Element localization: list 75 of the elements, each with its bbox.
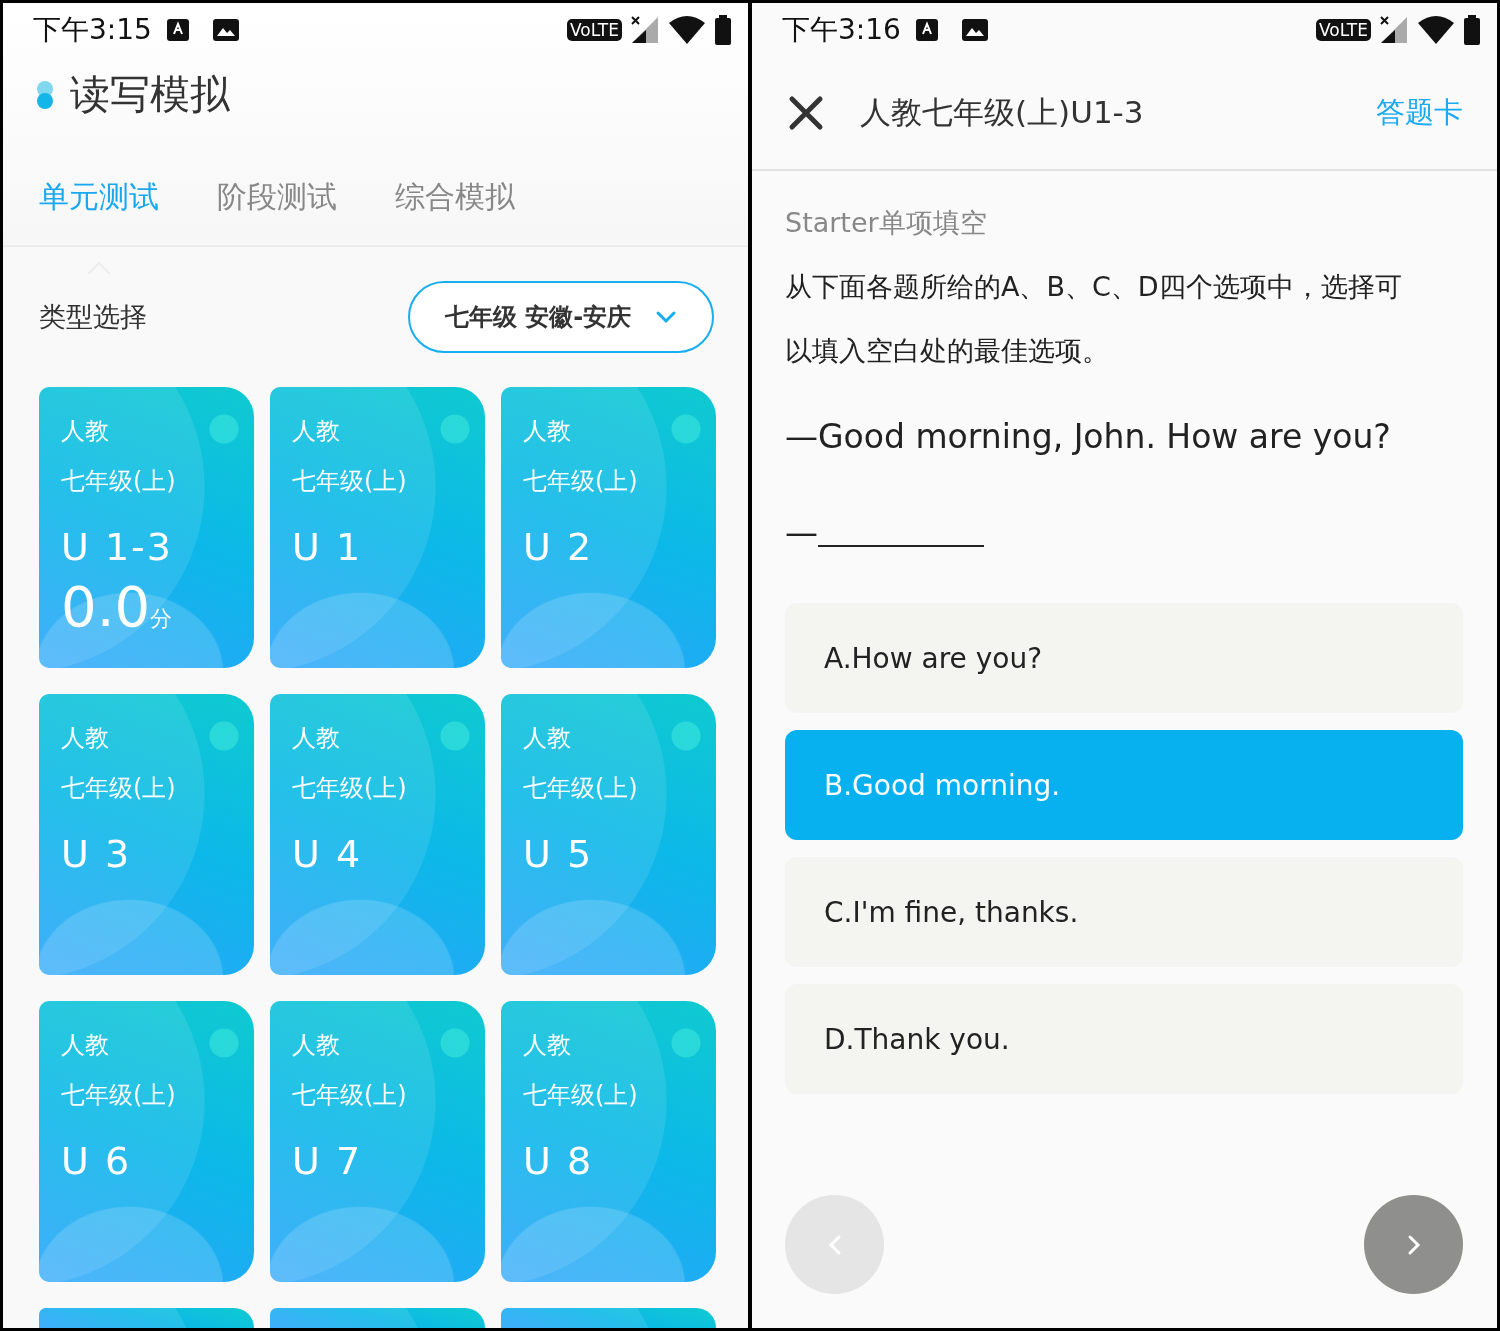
logo-icon	[36, 79, 54, 110]
card-grade: 七年级(上)	[61, 1080, 176, 1111]
card-grade: 七年级(上)	[292, 773, 407, 804]
card-unit: U 6	[61, 1139, 132, 1183]
status-time: 下午3:16	[782, 12, 901, 48]
unit-card[interactable]: 人教 七年级(上) U 5	[501, 694, 716, 975]
card-publisher: 人教	[292, 1030, 340, 1061]
card-publisher: 人教	[61, 1030, 109, 1061]
wifi-icon	[668, 15, 706, 45]
signal-icon	[1379, 15, 1409, 45]
page-title: 读写模拟	[70, 70, 230, 120]
card-grade: 七年级(上)	[523, 466, 638, 497]
card-unit: U 1	[292, 525, 363, 569]
unit-card[interactable]: 人教 七年级(上) U 7	[270, 1001, 485, 1282]
section-label: Starter单项填空	[785, 206, 988, 240]
card-grade: 七年级(上)	[523, 773, 638, 804]
quiz-title: 人教七年级(上)U1-3	[860, 93, 1144, 132]
signal-icon	[630, 15, 660, 45]
card-unit: U 1-3	[61, 525, 173, 569]
keyboard-icon	[914, 18, 939, 42]
battery-icon	[1463, 15, 1481, 45]
card-publisher: 人教	[523, 416, 571, 447]
card-publisher: 人教	[523, 723, 571, 754]
chevron-left-icon	[827, 1233, 842, 1256]
card-unit: U 5	[523, 832, 594, 876]
card-publisher: 人教	[292, 723, 340, 754]
image-icon	[960, 18, 989, 42]
card-grade: 七年级(上)	[292, 466, 407, 497]
unit-card[interactable]: 人教 七年级(上) U 2	[501, 387, 716, 668]
card-unit: U 3	[61, 832, 132, 876]
card-unit: U 7	[292, 1139, 363, 1183]
chevron-right-icon	[1406, 1233, 1421, 1256]
answer-option[interactable]: D.Thank you.	[785, 984, 1463, 1094]
blank-dash: —	[785, 516, 818, 549]
grade-dropdown[interactable]: 七年级 安徽-安庆	[408, 281, 714, 353]
unit-card[interactable]	[270, 1308, 485, 1328]
card-publisher: 人教	[292, 416, 340, 447]
filter-label: 类型选择	[39, 300, 147, 334]
card-publisher: 人教	[523, 1030, 571, 1061]
answer-option[interactable]: C.I'm fine, thanks.	[785, 857, 1463, 967]
unit-card[interactable]	[39, 1308, 254, 1328]
keyboard-icon	[165, 18, 190, 42]
answer-option[interactable]: A.How are you?	[785, 603, 1463, 713]
unit-card[interactable]: 人教 七年级(上) U 4	[270, 694, 485, 975]
card-unit: U 8	[523, 1139, 594, 1183]
card-score: 0.0分	[61, 579, 173, 635]
unit-card[interactable]: 人教 七年级(上) U 3	[39, 694, 254, 975]
wifi-icon	[1417, 15, 1455, 45]
status-time: 下午3:15	[33, 12, 152, 48]
unit-card[interactable]: 人教 七年级(上) U 6	[39, 1001, 254, 1282]
instructions: 从下面各题所给的A、B、C、D四个选项中，选择可以填入空白处的最佳选项。	[785, 270, 1403, 368]
card-publisher: 人教	[61, 723, 109, 754]
image-icon	[211, 18, 240, 42]
card-grade: 七年级(上)	[523, 1080, 638, 1111]
question-prompt: —Good morning, John. How are you?	[785, 417, 1392, 456]
card-grade: 七年级(上)	[61, 466, 176, 497]
card-publisher: 人教	[61, 416, 109, 447]
tab[interactable]: 单元测试	[39, 172, 159, 223]
card-grade: 七年级(上)	[61, 773, 176, 804]
unit-card[interactable]: 人教 七年级(上) U 1-3 0.0分	[39, 387, 254, 668]
close-icon[interactable]	[788, 95, 824, 131]
tab[interactable]: 综合模拟	[395, 172, 515, 223]
chevron-icon	[655, 310, 678, 324]
answer-option[interactable]: B.Good morning.	[785, 730, 1463, 840]
answer-card-link[interactable]: 答题卡	[1376, 93, 1463, 133]
card-unit: U 2	[523, 525, 594, 569]
unit-card[interactable]: 人教 七年级(上) U 8	[501, 1001, 716, 1282]
unit-card[interactable]: 人教 七年级(上) U 1	[270, 387, 485, 668]
unit-card[interactable]	[501, 1308, 716, 1328]
battery-icon	[714, 15, 732, 45]
card-unit: U 4	[292, 832, 363, 876]
network-label: VoLTE	[1316, 19, 1371, 41]
card-grade: 七年级(上)	[292, 1080, 407, 1111]
network-label: VoLTE	[567, 19, 622, 41]
tab[interactable]: 阶段测试	[217, 172, 337, 223]
